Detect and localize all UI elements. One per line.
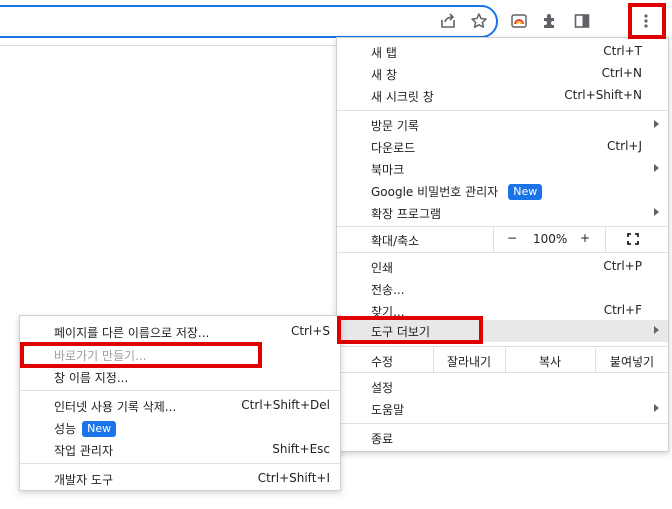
- submenu-item-create-shortcut[interactable]: 바로가기 만들기...: [20, 344, 340, 366]
- menu-item-shortcut: Ctrl+Shift+Del: [241, 398, 330, 412]
- menu-item-shortcut: Ctrl+J: [607, 139, 642, 153]
- menu-separator: [20, 463, 340, 464]
- new-badge: New: [508, 184, 543, 200]
- address-bar[interactable]: [0, 5, 498, 38]
- menu-item-shortcut: Ctrl+P: [603, 259, 642, 273]
- menu-item-shortcut: Ctrl+T: [603, 44, 642, 58]
- menu-item-history[interactable]: 방문 기록: [337, 114, 668, 136]
- menu-item-label: 다운로드: [371, 141, 416, 155]
- menu-item-label: 새 창: [371, 68, 397, 82]
- paste-button[interactable]: 붙여넣기: [595, 353, 669, 370]
- menu-item-label: 확장 프로그램: [371, 207, 442, 221]
- submenu-arrow-icon: [654, 404, 659, 412]
- menu-item-label: 인터넷 사용 기록 삭제...: [54, 400, 177, 414]
- menu-item-label: 도구 더보기: [371, 325, 431, 339]
- toolbar-divider: [0, 45, 340, 46]
- menu-item-shortcut: Ctrl+S: [290, 324, 330, 338]
- fullscreen-icon[interactable]: [627, 233, 639, 245]
- zoom-divider: [493, 226, 494, 252]
- browser-toolbar: [0, 0, 672, 42]
- menu-item-label: 성능 New: [54, 420, 117, 437]
- zoom-label: 확대/축소: [371, 234, 420, 248]
- menu-item-shortcut: Ctrl+F: [603, 303, 642, 317]
- submenu-arrow-icon: [654, 208, 659, 216]
- more-menu-kebab-icon[interactable]: [635, 10, 657, 32]
- menu-item-password-manager[interactable]: Google 비밀번호 관리자 New: [337, 180, 668, 202]
- submenu-arrow-icon: [654, 120, 659, 128]
- copy-button[interactable]: 복사: [505, 353, 595, 370]
- menu-separator: [337, 372, 668, 373]
- edit-row: 수정 잘라내기 복사 붙여넣기: [337, 348, 668, 372]
- edit-label: 수정: [371, 355, 394, 369]
- submenu-item-save-page-as[interactable]: 페이지를 다른 이름으로 저장... Ctrl+S: [20, 321, 340, 343]
- menu-item-label: 창 이름 지정...: [54, 371, 129, 385]
- submenu-arrow-icon: [654, 164, 659, 172]
- browser-window: 새 탭 Ctrl+T 새 창 Ctrl+N 새 시크릿 창 Ctrl+Shift…: [0, 0, 672, 509]
- menu-item-downloads[interactable]: 다운로드 Ctrl+J: [337, 136, 668, 158]
- menu-item-more-tools[interactable]: 도구 더보기: [337, 320, 668, 342]
- menu-item-shortcut: Shift+Esc: [272, 442, 330, 456]
- submenu-item-task-manager[interactable]: 작업 관리자 Shift+Esc: [20, 439, 340, 461]
- submenu-item-developer-tools[interactable]: 개발자 도구 Ctrl+Shift+I: [20, 468, 340, 490]
- menu-item-label: 페이지를 다른 이름으로 저장...: [54, 326, 210, 340]
- menu-item-new-incognito-window[interactable]: 새 시크릿 창 Ctrl+Shift+N: [337, 85, 668, 107]
- zoom-row: 확대/축소 − 100% +: [337, 226, 668, 252]
- submenu-item-performance[interactable]: 성능 New: [20, 417, 340, 439]
- menu-item-exit[interactable]: 종료: [337, 427, 668, 449]
- menu-item-label: 도움말: [371, 403, 405, 417]
- chrome-main-menu: 새 탭 Ctrl+T 새 창 Ctrl+N 새 시크릿 창 Ctrl+Shift…: [336, 37, 669, 452]
- share-icon[interactable]: [437, 10, 459, 32]
- menu-item-label: Google 비밀번호 관리자 New: [371, 183, 543, 200]
- menu-item-label: 방문 기록: [371, 119, 419, 133]
- zoom-out-button[interactable]: −: [505, 231, 519, 245]
- menu-item-label: 바로가기 만들기...: [54, 349, 147, 363]
- menu-item-label: 종료: [371, 432, 394, 446]
- menu-item-label: 전송...: [371, 283, 405, 297]
- menu-separator: [337, 423, 668, 424]
- new-badge: New: [82, 421, 117, 437]
- more-tools-submenu: 페이지를 다른 이름으로 저장... Ctrl+S 바로가기 만들기... 창 …: [19, 315, 341, 491]
- menu-item-label: 찾기...: [371, 305, 405, 319]
- menu-item-new-tab[interactable]: 새 탭 Ctrl+T: [337, 41, 668, 63]
- menu-item-find[interactable]: 찾기... Ctrl+F: [337, 300, 668, 322]
- menu-item-label: 개발자 도구: [54, 473, 114, 487]
- submenu-arrow-icon: [654, 326, 659, 334]
- menu-separator: [337, 252, 668, 253]
- extension-app-icon[interactable]: [508, 10, 530, 32]
- menu-item-settings[interactable]: 설정: [337, 376, 668, 398]
- menu-separator: [20, 390, 340, 391]
- performance-label: 성능: [54, 422, 77, 436]
- zoom-divider: [605, 226, 606, 252]
- zoom-in-button[interactable]: +: [578, 231, 592, 245]
- side-panel-icon[interactable]: [571, 10, 593, 32]
- submenu-item-name-window[interactable]: 창 이름 지정...: [20, 366, 340, 388]
- menu-separator: [337, 110, 668, 111]
- menu-separator: [337, 346, 668, 347]
- menu-item-label: 북마크: [371, 163, 405, 177]
- menu-item-label: 작업 관리자: [54, 444, 114, 458]
- menu-item-help[interactable]: 도움말: [337, 398, 668, 420]
- menu-item-new-window[interactable]: 새 창 Ctrl+N: [337, 63, 668, 85]
- zoom-level-value: 100%: [533, 232, 568, 246]
- menu-item-cast[interactable]: 전송...: [337, 278, 668, 300]
- menu-item-label: 새 탭: [371, 46, 397, 60]
- menu-item-label: 새 시크릿 창: [371, 90, 434, 104]
- submenu-item-clear-browsing-data[interactable]: 인터넷 사용 기록 삭제... Ctrl+Shift+Del: [20, 395, 340, 417]
- puzzle-extensions-icon[interactable]: [539, 10, 561, 32]
- menu-item-extensions[interactable]: 확장 프로그램: [337, 202, 668, 224]
- menu-item-shortcut: Ctrl+Shift+I: [257, 471, 330, 485]
- menu-item-bookmarks[interactable]: 북마크: [337, 158, 668, 180]
- menu-item-label: 인쇄: [371, 261, 394, 275]
- password-manager-label: Google 비밀번호 관리자: [371, 185, 499, 199]
- cut-button[interactable]: 잘라내기: [433, 353, 505, 370]
- bookmark-star-icon[interactable]: [468, 10, 490, 32]
- menu-item-shortcut: Ctrl+N: [601, 66, 642, 80]
- menu-item-print[interactable]: 인쇄 Ctrl+P: [337, 256, 668, 278]
- menu-item-shortcut: Ctrl+Shift+N: [564, 88, 642, 102]
- menu-item-label: 설정: [371, 381, 394, 395]
